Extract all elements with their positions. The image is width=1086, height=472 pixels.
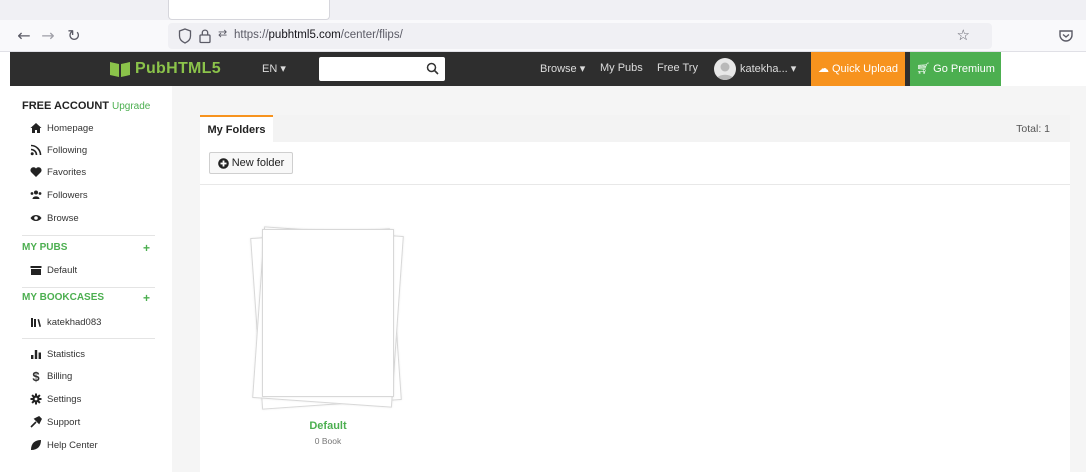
site-logo[interactable]: PubHTML5 [109, 59, 221, 79]
sidebar-item-billing[interactable]: $ Billing [30, 368, 72, 384]
folder-icon [30, 264, 42, 276]
main-panel: My Folders Total: 1 New folder Default 0… [200, 115, 1070, 472]
sidebar: FREE ACCOUNT Upgrade Homepage Following F… [0, 86, 172, 472]
folder-count: 0 Book [314, 436, 342, 446]
url-text: https://pubhtml5.com/center/flips/ [234, 29, 403, 41]
folder-total: Total: 1 [1016, 123, 1050, 135]
sidebar-item-label: Following [47, 144, 88, 156]
pocket-icon[interactable] [1056, 26, 1076, 46]
folder-name[interactable]: Default [280, 420, 376, 432]
heart-icon [30, 166, 42, 178]
book-logo-icon [110, 62, 130, 77]
sidebar-item-statistics[interactable]: Statistics [30, 346, 85, 362]
divider [22, 287, 155, 288]
divider [22, 338, 155, 339]
sidebar-item-label: Followers [47, 189, 88, 201]
site-header: PubHTML5 EN ▾ Browse ▾ My Pubs Free Try … [0, 52, 1086, 86]
eye-icon [30, 212, 42, 224]
browser-toolbar: ← → ↻ ⇄ https://pubhtml5.com/center/flip… [0, 20, 1086, 52]
dollar-icon: $ [32, 368, 40, 384]
my-pubs-heading: MY PUBS + [22, 241, 150, 255]
bar-chart-icon [30, 348, 42, 360]
nav-browse[interactable]: Browse ▾ [540, 62, 585, 75]
sidebar-item-following[interactable]: Following [30, 142, 87, 158]
forward-arrow-icon[interactable]: → [38, 26, 58, 46]
folder-cover [262, 229, 394, 397]
permissions-icon[interactable]: ⇄ [218, 27, 227, 40]
users-icon [30, 189, 42, 201]
tab-my-folders[interactable]: My Folders [200, 115, 273, 143]
language-selector[interactable]: EN ▾ [262, 62, 286, 75]
sidebar-item-favorites[interactable]: Favorites [30, 164, 86, 180]
user-menu[interactable]: katekha... ▾ [740, 62, 796, 75]
sidebar-item-bookcase[interactable]: katekhad083 [30, 314, 101, 330]
nav-my-pubs[interactable]: My Pubs [600, 62, 643, 74]
address-bar[interactable]: ⇄ https://pubhtml5.com/center/flips/ ☆ [168, 23, 992, 49]
logo-text: PubHTML5 [135, 60, 221, 77]
gear-icon [30, 393, 42, 405]
cart-icon: 🛒︎ [916, 63, 931, 75]
home-icon [30, 122, 42, 134]
reload-icon[interactable]: ↻ [64, 26, 84, 46]
sidebar-item-label: Statistics [47, 348, 86, 360]
quick-upload-button[interactable]: ☁ Quick Upload [811, 52, 905, 86]
go-premium-button[interactable]: 🛒︎ Go Premium [910, 52, 1001, 86]
search-icon[interactable] [426, 62, 439, 75]
sidebar-item-default[interactable]: Default [30, 262, 77, 278]
upgrade-link[interactable]: Upgrade [112, 101, 150, 112]
wrench-icon [30, 416, 42, 428]
sidebar-item-settings[interactable]: Settings [30, 391, 81, 407]
browser-tab[interactable] [168, 0, 330, 20]
quick-upload-label: Quick Upload [832, 63, 899, 75]
leaf-icon [30, 439, 42, 451]
add-bookcase-button[interactable]: + [143, 291, 150, 305]
new-folder-label: New folder [231, 157, 285, 169]
go-premium-label: Go Premium [933, 63, 995, 75]
sidebar-item-label: Billing [47, 370, 73, 382]
sidebar-item-homepage[interactable]: Homepage [30, 120, 93, 136]
sidebar-item-browse[interactable]: Browse [30, 210, 79, 226]
cloud-upload-icon: ☁ [817, 63, 829, 75]
folder-card[interactable] [248, 215, 410, 415]
divider [22, 235, 155, 236]
sidebar-item-label: Settings [47, 393, 82, 405]
sidebar-item-help-center[interactable]: Help Center [30, 437, 98, 453]
sidebar-item-label: Favorites [47, 166, 87, 178]
sidebar-item-label: Homepage [47, 122, 94, 134]
folder-toolbar: New folder [200, 142, 1070, 185]
sidebar-item-support[interactable]: Support [30, 414, 80, 430]
bookcase-icon [30, 316, 42, 328]
sidebar-item-label: Help Center [47, 439, 98, 451]
lock-icon [199, 29, 211, 44]
user-icon [716, 62, 734, 80]
rss-icon [30, 144, 42, 156]
sidebar-item-label: Browse [47, 212, 79, 224]
sidebar-item-label: Default [47, 264, 78, 276]
back-arrow-icon[interactable]: ← [14, 26, 34, 46]
sidebar-item-label: katekhad083 [47, 316, 102, 328]
search-input[interactable] [319, 57, 445, 81]
bookmark-star-icon[interactable]: ☆ [957, 26, 970, 44]
sidebar-item-followers[interactable]: Followers [30, 187, 88, 203]
account-label: FREE ACCOUNT Upgrade [22, 100, 151, 112]
new-folder-button[interactable]: New folder [209, 152, 293, 174]
sidebar-item-label: Support [47, 416, 81, 428]
shield-icon [178, 28, 192, 44]
browser-tab-strip [0, 0, 1086, 20]
folder-tabs: My Folders Total: 1 [200, 115, 1070, 143]
nav-free-try[interactable]: Free Try [657, 62, 698, 74]
avatar[interactable] [714, 58, 736, 80]
add-pub-button[interactable]: + [143, 241, 150, 255]
plus-circle-icon [217, 157, 229, 169]
my-bookcases-heading: MY BOOKCASES + [22, 291, 150, 305]
